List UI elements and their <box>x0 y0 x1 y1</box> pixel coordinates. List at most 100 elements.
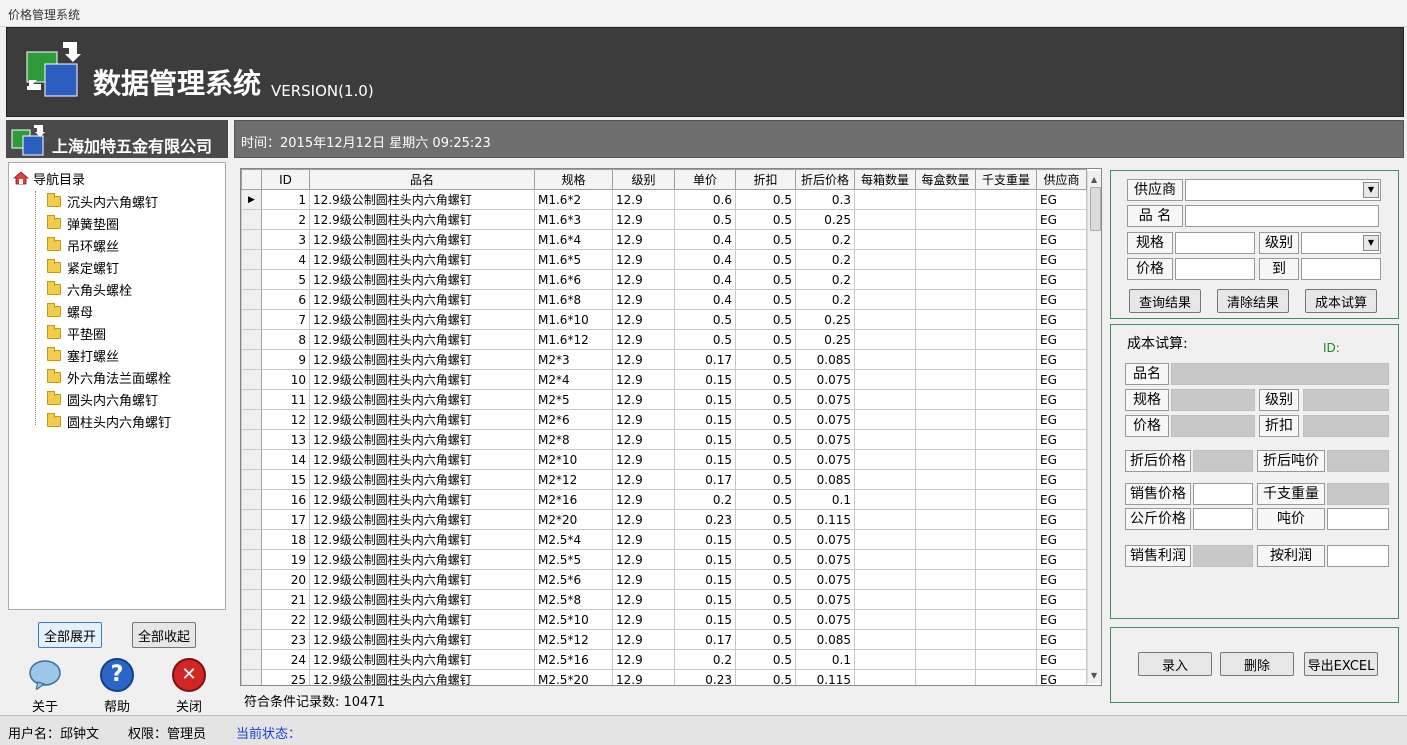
table-cell[interactable]: 12.9级公制圆柱头内六角螺钉 <box>309 249 535 270</box>
table-cell[interactable]: EG <box>1036 189 1087 210</box>
table-cell[interactable]: EG <box>1036 389 1087 410</box>
table-cell[interactable]: 12.9级公制圆柱头内六角螺钉 <box>309 309 535 330</box>
tree-item[interactable]: 沉头内六角螺钉 <box>47 191 158 211</box>
table-cell[interactable]: 12.9级公制圆柱头内六角螺钉 <box>309 369 535 390</box>
table-cell[interactable]: 0.5 <box>735 509 796 530</box>
column-header[interactable]: 单价 <box>674 169 736 190</box>
table-cell[interactable]: EG <box>1036 409 1087 430</box>
table-row[interactable]: 6 12.9级公制圆柱头内六角螺钉 M1.6*8 12.9 0.4 0.5 0.2 EG <box>241 289 1087 310</box>
table-cell[interactable] <box>915 569 976 590</box>
table-cell[interactable]: 12.9级公制圆柱头内六角螺钉 <box>309 389 535 410</box>
table-cell[interactable]: 0.115 <box>795 669 855 685</box>
enter-button[interactable]: 录入 <box>1138 652 1212 676</box>
table-cell[interactable]: 0.5 <box>735 609 796 630</box>
row-selector[interactable] <box>241 469 262 490</box>
table-cell[interactable]: EG <box>1036 249 1087 270</box>
table-cell[interactable]: 0.15 <box>674 409 736 430</box>
table-row[interactable]: 15 12.9级公制圆柱头内六角螺钉 M2*12 12.9 0.17 0.5 0.085 EG <box>241 469 1087 490</box>
table-cell[interactable]: 0.5 <box>674 309 736 330</box>
delete-button[interactable]: 删除 <box>1220 652 1294 676</box>
table-cell[interactable]: 14 <box>261 449 310 470</box>
table-cell[interactable]: 0.2 <box>674 649 736 670</box>
tree-item[interactable]: 紧定螺钉 <box>47 257 119 277</box>
row-selector[interactable] <box>241 289 262 310</box>
cost-calc-button[interactable]: 成本试算 <box>1305 289 1377 313</box>
table-cell[interactable] <box>975 229 1037 250</box>
table-cell[interactable]: 0.085 <box>795 349 855 370</box>
table-cell[interactable]: 0.5 <box>735 669 796 685</box>
table-cell[interactable]: M2*3 <box>534 349 613 370</box>
table-cell[interactable]: EG <box>1036 489 1087 510</box>
table-cell[interactable]: M2.5*8 <box>534 589 613 610</box>
table-cell[interactable]: 0.5 <box>735 569 796 590</box>
table-cell[interactable]: 0.3 <box>795 189 855 210</box>
table-cell[interactable]: 12.9级公制圆柱头内六角螺钉 <box>309 189 535 210</box>
table-cell[interactable]: 0.5 <box>735 269 796 290</box>
table-cell[interactable] <box>915 189 976 210</box>
table-cell[interactable]: M2.5*4 <box>534 529 613 550</box>
table-cell[interactable]: EG <box>1036 229 1087 250</box>
table-cell[interactable]: 0.5 <box>735 449 796 470</box>
table-cell[interactable]: 0.15 <box>674 369 736 390</box>
table-cell[interactable] <box>975 449 1037 470</box>
data-grid[interactable]: ID 品名 规格 级别 单价 折扣 折后价格 每箱数量 每盒数量 千支重量 供应商 ▶ 1 12.9级公… <box>240 168 1102 686</box>
row-selector[interactable] <box>241 349 262 370</box>
table-cell[interactable] <box>854 629 916 650</box>
supplier-select[interactable]: ▼ <box>1185 179 1381 201</box>
table-cell[interactable]: 10 <box>261 369 310 390</box>
table-cell[interactable] <box>975 629 1037 650</box>
sale-price-input[interactable] <box>1193 483 1253 505</box>
table-cell[interactable] <box>975 549 1037 570</box>
table-cell[interactable]: 12.9 <box>612 549 675 570</box>
table-cell[interactable]: M2*20 <box>534 509 613 530</box>
table-cell[interactable]: 0.2 <box>795 289 855 310</box>
table-cell[interactable]: 0.5 <box>735 589 796 610</box>
table-cell[interactable]: M1.6*4 <box>534 229 613 250</box>
table-cell[interactable]: 0.5 <box>735 369 796 390</box>
table-cell[interactable]: 0.075 <box>795 589 855 610</box>
table-cell[interactable] <box>975 369 1037 390</box>
table-cell[interactable]: 12.9级公制圆柱头内六角螺钉 <box>309 289 535 310</box>
table-cell[interactable]: 0.5 <box>674 209 736 230</box>
table-cell[interactable]: 0.15 <box>674 429 736 450</box>
row-selector[interactable] <box>241 449 262 470</box>
table-cell[interactable]: 0.075 <box>795 369 855 390</box>
table-cell[interactable]: 12.9级公制圆柱头内六角螺钉 <box>309 449 535 470</box>
table-cell[interactable]: 12.9级公制圆柱头内六角螺钉 <box>309 269 535 290</box>
table-cell[interactable]: 4 <box>261 249 310 270</box>
table-cell[interactable]: 0.5 <box>735 189 796 210</box>
table-cell[interactable]: 0.5 <box>735 329 796 350</box>
tree-item[interactable]: 塞打螺丝 <box>47 345 119 365</box>
table-cell[interactable]: 0.5 <box>735 469 796 490</box>
table-cell[interactable]: 22 <box>261 609 310 630</box>
table-cell[interactable] <box>975 429 1037 450</box>
table-cell[interactable]: 0.15 <box>674 569 736 590</box>
row-selector[interactable] <box>241 629 262 650</box>
table-cell[interactable]: 0.075 <box>795 569 855 590</box>
table-cell[interactable]: 12.9 <box>612 589 675 610</box>
table-cell[interactable]: EG <box>1036 209 1087 230</box>
table-cell[interactable]: 24 <box>261 649 310 670</box>
table-cell[interactable]: 5 <box>261 269 310 290</box>
table-cell[interactable]: 0.075 <box>795 389 855 410</box>
table-cell[interactable]: 0.5 <box>735 349 796 370</box>
kg-price-input[interactable] <box>1193 508 1253 530</box>
table-cell[interactable]: EG <box>1036 569 1087 590</box>
table-cell[interactable]: 12.9 <box>612 489 675 510</box>
table-cell[interactable]: 0.5 <box>735 229 796 250</box>
table-cell[interactable] <box>975 389 1037 410</box>
table-cell[interactable] <box>915 649 976 670</box>
table-row[interactable]: 9 12.9级公制圆柱头内六角螺钉 M2*3 12.9 0.17 0.5 0.085 EG <box>241 349 1087 370</box>
table-cell[interactable] <box>975 209 1037 230</box>
table-cell[interactable] <box>915 429 976 450</box>
tree-item[interactable]: 弹簧垫圈 <box>47 213 119 233</box>
table-cell[interactable]: 12.9级公制圆柱头内六角螺钉 <box>309 589 535 610</box>
table-cell[interactable] <box>975 189 1037 210</box>
table-cell[interactable]: M2*12 <box>534 469 613 490</box>
table-cell[interactable]: 0.5 <box>735 289 796 310</box>
table-cell[interactable]: 12.9 <box>612 469 675 490</box>
table-cell[interactable]: 12.9级公制圆柱头内六角螺钉 <box>309 489 535 510</box>
table-cell[interactable]: 12.9级公制圆柱头内六角螺钉 <box>309 429 535 450</box>
row-selector[interactable] <box>241 669 262 685</box>
table-cell[interactable]: 21 <box>261 589 310 610</box>
